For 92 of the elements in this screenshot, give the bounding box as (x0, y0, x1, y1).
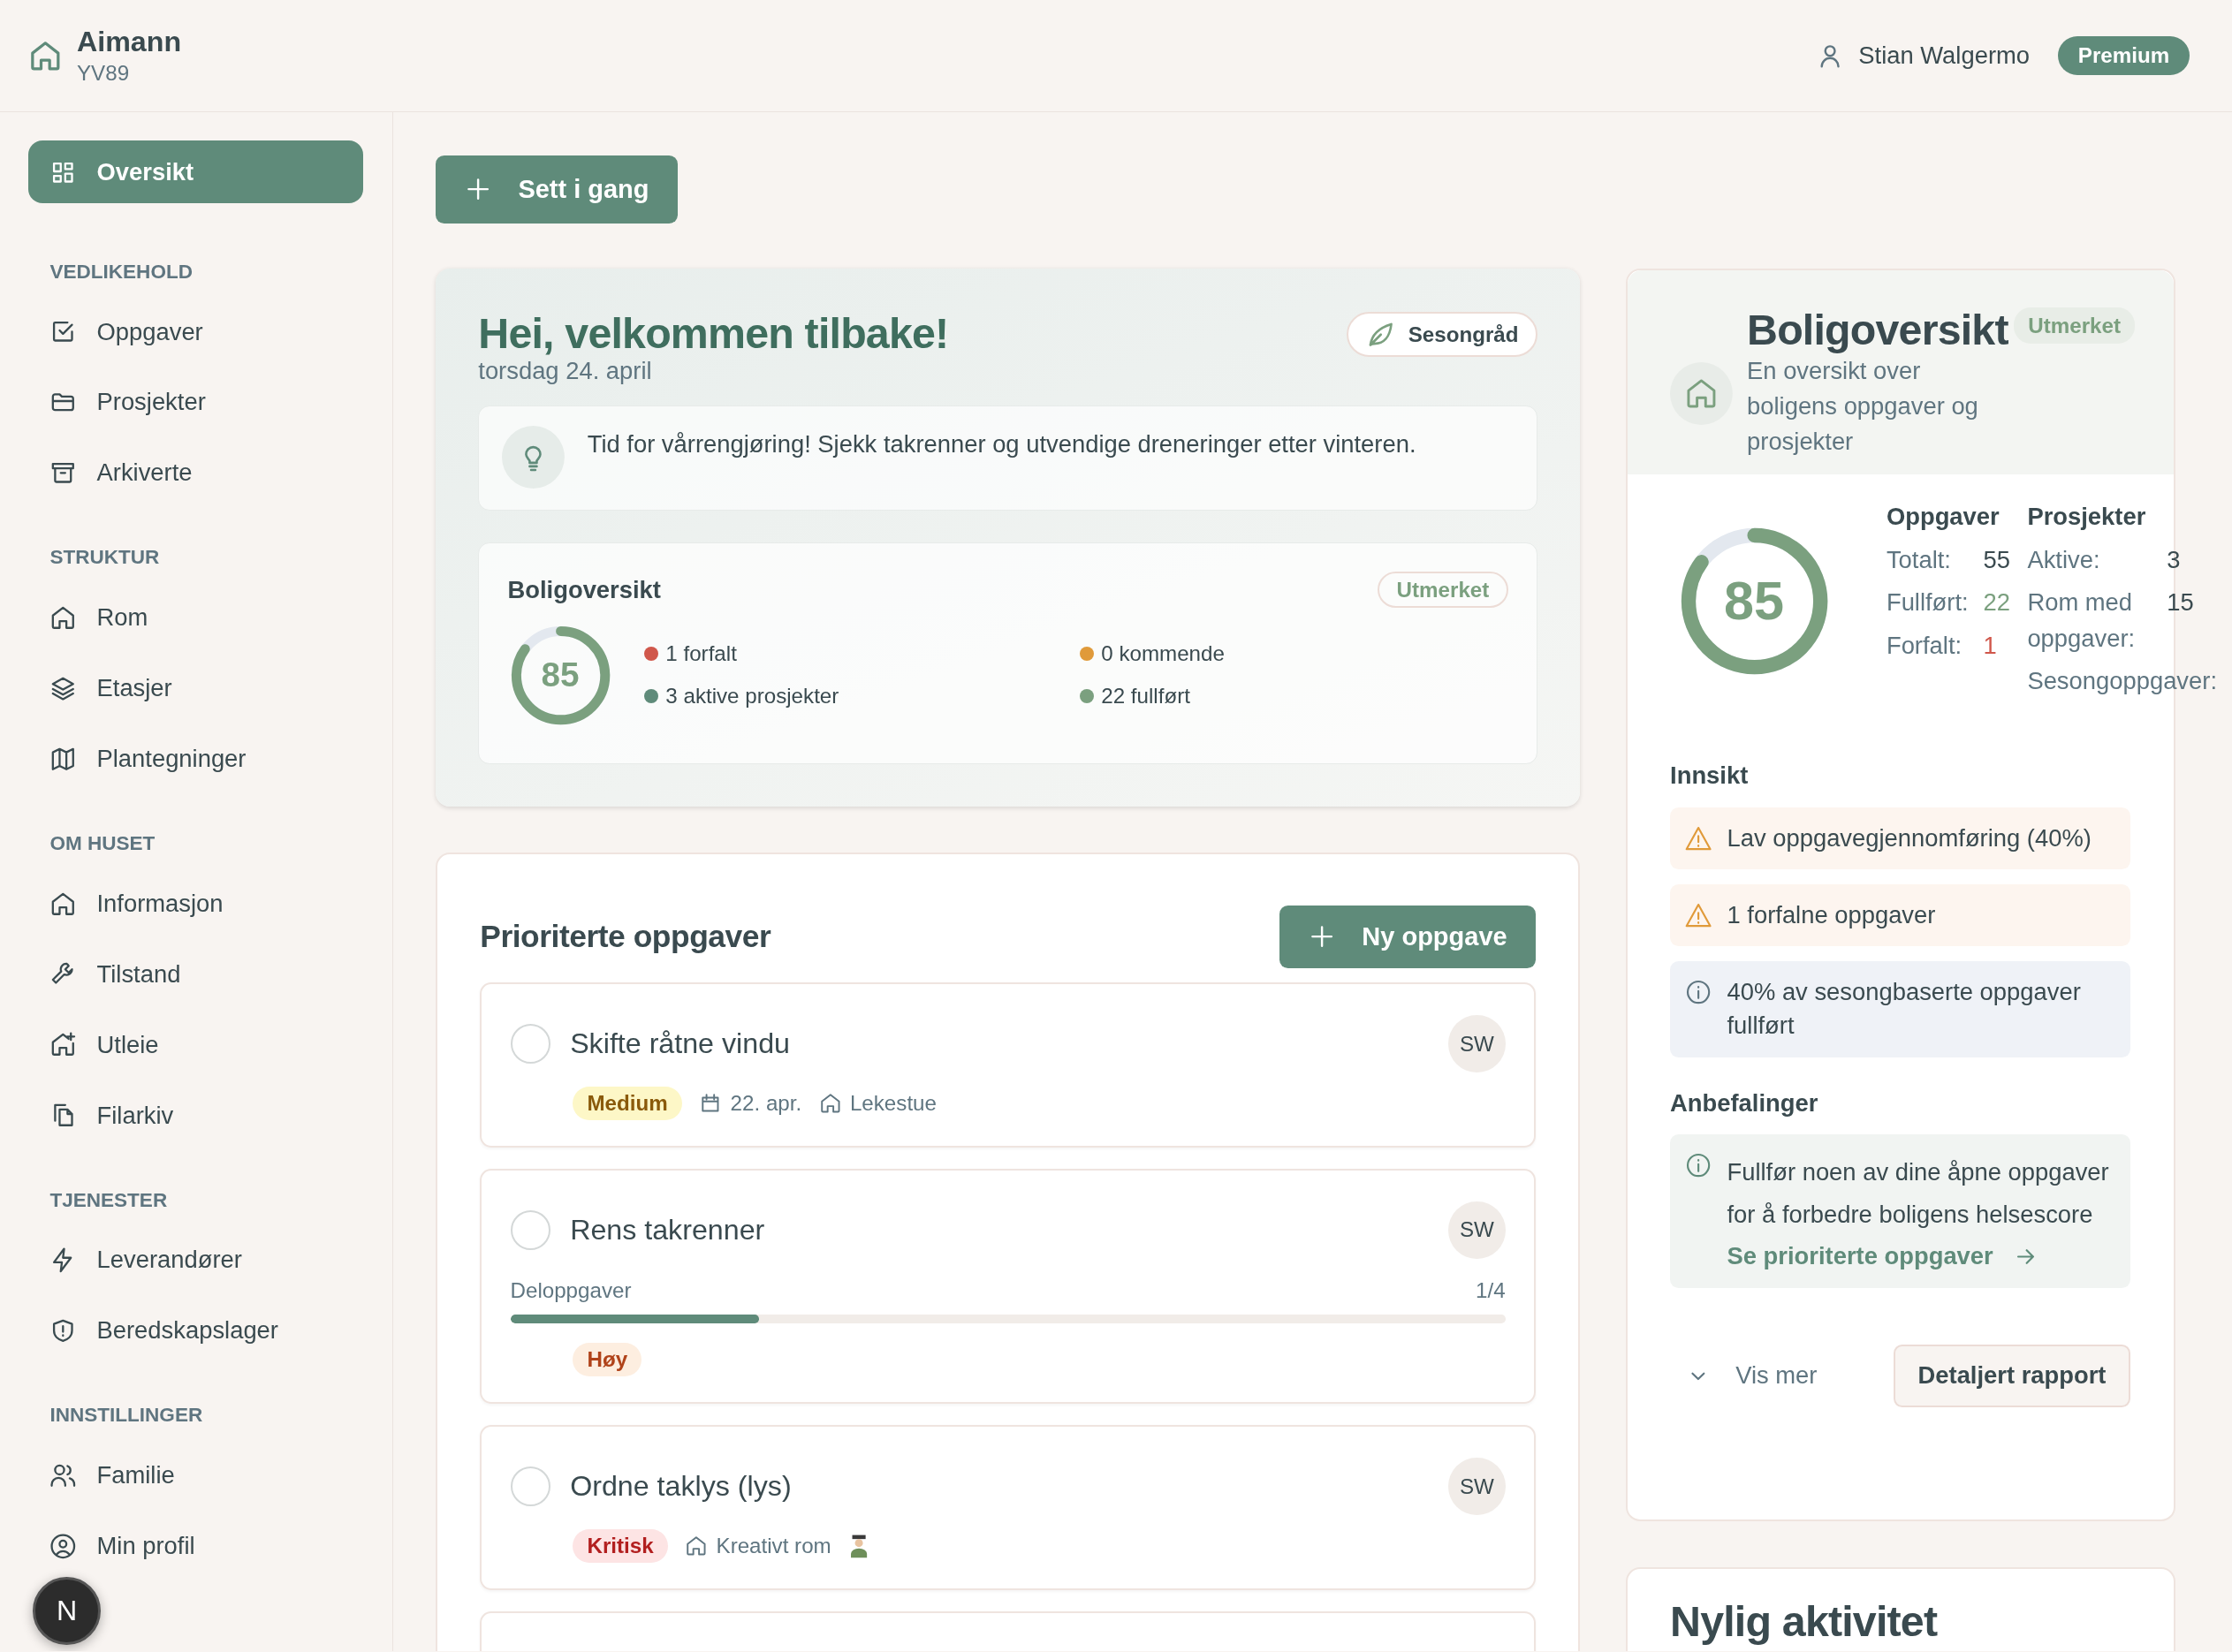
room-name: Kreativt rom (716, 1533, 831, 1558)
house-icon (818, 1091, 842, 1115)
stat-text: 3 aktive prosjekter (665, 683, 839, 709)
priority-tag: Medium (573, 1086, 682, 1120)
stat-value: 15 (2166, 587, 2194, 618)
rating-badge: Utmerket (1378, 571, 1508, 609)
stat-text: 1 forfalt (665, 641, 737, 667)
nav-item[interactable]: Oppgaver (28, 300, 364, 363)
profile-icon (49, 1532, 77, 1560)
insight-text: 1 forfalne oppgaver (1727, 899, 1936, 930)
house-icon (685, 1534, 708, 1557)
assignee-avatar: SW (1448, 1458, 1506, 1515)
nav-item[interactable]: Filarkiv (28, 1084, 364, 1147)
assignee-avatar: SW (1448, 1015, 1506, 1072)
date-text: torsdag 24. april (478, 357, 653, 386)
activity-title: Nylig aktivitet (1670, 1596, 1939, 1646)
task-checkbox[interactable] (510, 1466, 550, 1507)
nav-item[interactable]: Beredskapslager (28, 1299, 364, 1362)
stat-value: 22 (1982, 587, 2010, 618)
stat-label: Aktive: (2027, 544, 2101, 575)
task-card[interactable] (480, 1610, 1536, 1651)
new-task-button[interactable]: Ny oppgave (1279, 905, 1536, 968)
nav-item[interactable]: Prosjekter (28, 371, 364, 434)
stat-value: 55 (1982, 544, 2010, 575)
nav-item[interactable]: Utleie (28, 1013, 364, 1077)
section-heading: STRUKTUR (49, 545, 161, 571)
summary-title: Boligoversikt (1747, 307, 2008, 353)
rating-badge: Utmerket (2014, 307, 2136, 345)
recommendation-text: Fullfør noen av dine åpne oppgaver for å forbedre boligens helsescore (1727, 1157, 2110, 1231)
lightbulb-icon (502, 426, 565, 489)
task-checkbox[interactable] (510, 1024, 550, 1065)
house-icon (1670, 362, 1733, 426)
task-card[interactable]: Ordne taklys (lys) SW Kritisk Kreativt rom (480, 1425, 1536, 1590)
section-heading: TJENESTER (49, 1187, 169, 1213)
recommendations-heading: Anbefalinger (1670, 1088, 1819, 1118)
dev-badge[interactable]: N (33, 1577, 102, 1646)
nav-item[interactable]: Oversikt (28, 140, 364, 204)
insight-text: Lav oppgavegjennomføring (40%) (1727, 822, 2092, 853)
home-code: YV89 (77, 61, 131, 87)
stat-text: 22 fullført (1101, 683, 1190, 709)
nav-item[interactable]: Tilstand (28, 943, 364, 1006)
user-name[interactable]: Stian Walgermo (1858, 42, 2031, 71)
overview-title: Boligoversikt (507, 575, 661, 604)
plan-badge: Premium (2058, 36, 2190, 76)
brand-name: Aimann (77, 26, 182, 58)
task-card[interactable]: Skifte råtne vindu SW Medium 22. apr. Lekestue (480, 981, 1536, 1148)
nav-item[interactable]: Informasjon (28, 872, 364, 936)
stat-label: Totalt: (1886, 544, 1952, 575)
task-title: Ordne taklys (lys) (570, 1470, 793, 1504)
score-value: 85 (541, 655, 580, 695)
subtasks-label: Deloppgaver (510, 1278, 632, 1304)
nav-item[interactable]: Rom (28, 586, 364, 649)
nav-item[interactable]: Arkiverte (28, 441, 364, 504)
stat-text: 0 kommende (1101, 641, 1225, 667)
assignee-avatar: SW (1448, 1201, 1506, 1259)
season-tip-button[interactable]: Sesongråd (1347, 311, 1537, 358)
task-title: Rens takrenner (570, 1213, 766, 1247)
stat-value: 3 (2166, 544, 2181, 575)
nav-item[interactable]: Min profil (28, 1514, 364, 1578)
insight-text: 40% av sesongbaserte oppgaver fullført (1727, 976, 2082, 1042)
nav-item[interactable]: Leverandører (28, 1228, 364, 1292)
priority-tag: Kritisk (573, 1529, 668, 1563)
summary-subtitle: En oversikt over boligens oppgaver og prosjekter (1747, 355, 1979, 458)
task-checkbox[interactable] (510, 1209, 550, 1250)
nav-item[interactable]: Familie (28, 1444, 364, 1507)
section-title: Prioriterte oppgaver (480, 918, 771, 955)
subtasks-count: 1/4 (1476, 1278, 1506, 1304)
show-more-button[interactable]: Vis mer (1670, 1345, 1834, 1407)
room-name: Lekestue (849, 1090, 937, 1116)
column-heading: Prosjekter (2027, 503, 2147, 532)
score-value: 85 (1724, 570, 1785, 633)
welcome-title: Hei, velkommen tilbake! (478, 308, 949, 358)
tip-text: Tid for vårrengjøring! Sjekk takrenner og utvendige dreneringer etter vinteren. (587, 429, 1416, 459)
task-card[interactable]: Rens takrenner SW Deloppgaver 1/4 Høy (480, 1168, 1536, 1404)
house-plus-icon (49, 1031, 77, 1058)
stat-value: 1 (1982, 630, 1997, 661)
section-heading: OM HUSET (49, 831, 156, 857)
report-button[interactable]: Detaljert rapport (1893, 1345, 2131, 1407)
section-heading: INNSTILLINGER (49, 1403, 204, 1428)
stat-label: Rom med oppgaver: (2027, 587, 2137, 654)
nav-item[interactable]: Etasjer (28, 656, 364, 720)
nav-item[interactable]: Plantegninger (28, 727, 364, 791)
column-heading: Oppgaver (1886, 503, 2000, 532)
start-button[interactable]: Sett i gang (435, 155, 678, 224)
section-heading: VEDLIKEHOLD (49, 259, 194, 284)
priority-tag: Høy (573, 1343, 642, 1376)
stat-label: Forfalt: (1886, 630, 1963, 661)
stat-label: Sesongoppgaver: (2027, 665, 2217, 696)
due-date: 22. apr. (730, 1090, 802, 1116)
insights-heading: Innsikt (1670, 762, 1750, 791)
stat-label: Fullført: (1886, 587, 1970, 618)
task-title: Skifte råtne vindu (570, 1027, 791, 1061)
